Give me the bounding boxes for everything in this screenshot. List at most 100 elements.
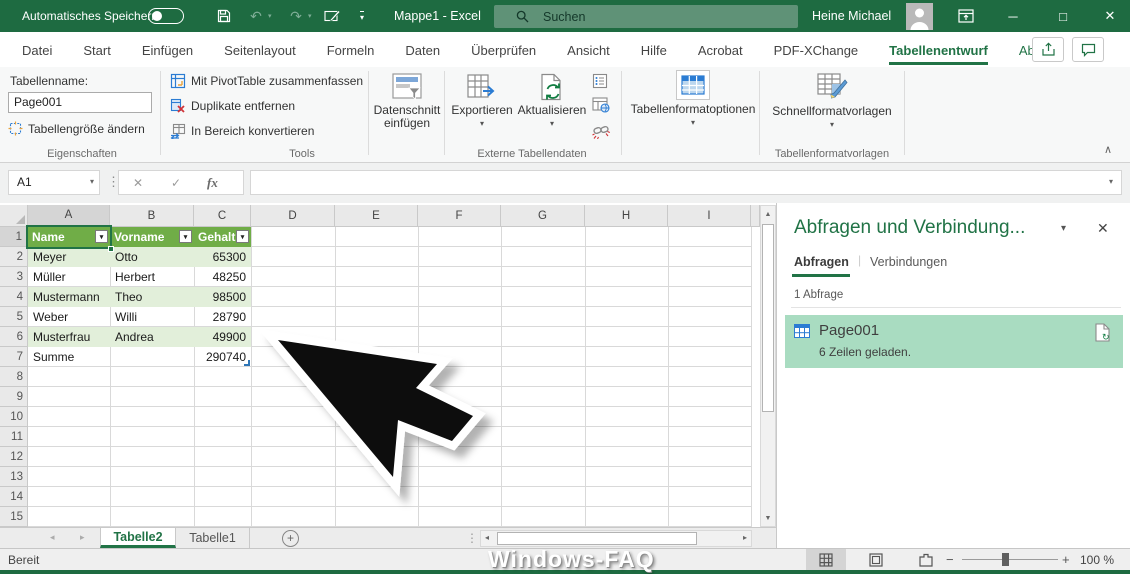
row-header-6[interactable]: 6 (0, 327, 28, 347)
row-header-11[interactable]: 11 (0, 427, 28, 447)
sheet-tab-tabelle1[interactable]: Tabelle1 (176, 528, 250, 548)
vertical-scrollbar[interactable]: ▲ ▼ (760, 205, 776, 527)
query-list-item[interactable]: Page001 6 Zeilen geladen. ↻ (785, 315, 1123, 368)
scroll-left-icon[interactable]: ◂ (485, 533, 489, 542)
tab-einfuegen[interactable]: Einfügen (142, 34, 193, 65)
row-header-7[interactable]: 7 (0, 347, 28, 367)
row-header-15[interactable]: 15 (0, 507, 28, 527)
pen-mode-button[interactable] (322, 6, 342, 26)
table-style-options-button[interactable]: Tabellenformatoptionen ▾ (628, 70, 758, 156)
column-header-i[interactable]: I (668, 205, 751, 227)
row-header-10[interactable]: 10 (0, 407, 28, 427)
row-header-3[interactable]: 3 (0, 267, 28, 287)
table-cell[interactable]: 28790 (194, 307, 251, 327)
view-page-break-button[interactable] (906, 549, 946, 570)
comments-button[interactable] (1072, 37, 1104, 62)
query-document-icon[interactable]: ↻ (1095, 323, 1110, 342)
collapse-ribbon-button[interactable]: ∧ (1104, 143, 1112, 156)
row-header-4[interactable]: 4 (0, 287, 28, 307)
minimize-button[interactable]: ─ (993, 0, 1033, 32)
expand-formula-bar-icon[interactable]: ▾ (1109, 177, 1113, 186)
table-cell[interactable]: Theo (110, 287, 194, 307)
filter-button[interactable]: ▾ (179, 230, 192, 243)
table-cell[interactable]: Otto (110, 247, 194, 267)
column-header-g[interactable]: G (501, 205, 585, 227)
select-all-corner[interactable] (0, 205, 28, 227)
table-cell[interactable] (110, 347, 194, 367)
new-sheet-button[interactable]: + (282, 530, 299, 547)
column-header-d[interactable]: D (251, 205, 335, 227)
formula-input[interactable]: ▾ (250, 170, 1122, 195)
zoom-in-icon[interactable]: + (1062, 552, 1070, 567)
tab-hilfe[interactable]: Hilfe (641, 34, 667, 65)
drag-dots-icon[interactable]: ⋮ (466, 531, 478, 545)
row-header-14[interactable]: 14 (0, 487, 28, 507)
table-cell[interactable]: 48250 (194, 267, 251, 287)
row-header-9[interactable]: 9 (0, 387, 28, 407)
tab-datei[interactable]: Datei (22, 34, 52, 65)
view-normal-button[interactable] (806, 549, 846, 570)
tab-pdf-xchange[interactable]: PDF-XChange (774, 34, 859, 65)
export-button[interactable]: Exportieren ▾ (448, 70, 516, 156)
selection-fill-handle[interactable] (108, 246, 114, 252)
table-cell[interactable]: 290740 (194, 347, 251, 367)
horizontal-scrollbar[interactable]: ◂ ▸ (480, 530, 752, 547)
share-button[interactable] (1032, 37, 1064, 62)
table-cell[interactable]: Mustermann (28, 287, 110, 307)
column-header-b[interactable]: B (110, 205, 194, 227)
vertical-scroll-thumb[interactable] (762, 224, 774, 412)
redo-dropdown-icon[interactable]: ▾ (308, 12, 312, 20)
cancel-entry-icon[interactable]: ✕ (133, 176, 143, 190)
redo-button[interactable]: ↷ (286, 6, 306, 26)
pane-dropdown-icon[interactable]: ▾ (1061, 223, 1066, 234)
maximize-button[interactable]: □ (1043, 0, 1083, 32)
insert-slicer-button[interactable]: Datenschnitt einfügen (372, 70, 442, 156)
table-cell[interactable]: Herbert (110, 267, 194, 287)
table-cell[interactable]: Meyer (28, 247, 110, 267)
row-header-12[interactable]: 12 (0, 447, 28, 467)
table-cell[interactable]: Müller (28, 267, 110, 287)
column-header-h[interactable]: H (585, 205, 668, 227)
name-box-dropdown-icon[interactable]: ▾ (90, 177, 94, 186)
tab-ansicht[interactable]: Ansicht (567, 34, 610, 65)
tab-daten[interactable]: Daten (405, 34, 440, 65)
resize-table-button[interactable]: Tabellengröße ändern (8, 121, 145, 136)
zoom-slider-track[interactable] (962, 559, 1058, 560)
insert-function-button[interactable]: fx (207, 175, 218, 191)
search-input[interactable]: Suchen (494, 5, 798, 28)
zoom-slider-thumb[interactable] (1002, 553, 1009, 566)
tab-tabellenentwurf[interactable]: Tabellenentwurf (889, 34, 988, 65)
column-header-f[interactable]: F (418, 205, 501, 227)
customize-qat-button[interactable]: ▾ (352, 6, 372, 26)
avatar[interactable] (906, 3, 933, 30)
ribbon-display-options-button[interactable] (956, 6, 976, 26)
save-button[interactable] (214, 6, 234, 26)
refresh-button[interactable]: Aktualisieren ▾ (518, 70, 586, 156)
pane-tab-abfragen[interactable]: Abfragen (794, 255, 849, 269)
zoom-level[interactable]: 100 % (1080, 553, 1114, 567)
data-properties-button[interactable] (592, 73, 608, 92)
table-cell[interactable]: Summe (28, 347, 110, 367)
undo-dropdown-icon[interactable]: ▾ (268, 12, 272, 20)
row-header-1[interactable]: 1 (0, 227, 28, 247)
table-cell[interactable]: 49900 (194, 327, 251, 347)
table-cell[interactable]: Andrea (110, 327, 194, 347)
row-header-2[interactable]: 2 (0, 247, 28, 267)
confirm-entry-icon[interactable]: ✓ (171, 176, 181, 190)
table-cell[interactable]: Weber (28, 307, 110, 327)
convert-to-range-button[interactable]: In Bereich konvertieren (170, 123, 314, 139)
table-name-input[interactable]: Page001 (8, 92, 152, 113)
zoom-out-icon[interactable]: − (946, 552, 954, 567)
table-resize-handle[interactable] (244, 360, 250, 366)
sheet-nav-left-icon[interactable]: ◂ (50, 532, 55, 543)
filter-button[interactable]: ▾ (236, 230, 249, 243)
row-header-8[interactable]: 8 (0, 367, 28, 387)
horizontal-scroll-thumb[interactable] (497, 532, 697, 545)
name-box[interactable]: A1 ▾ (8, 170, 100, 195)
tab-acrobat[interactable]: Acrobat (698, 34, 743, 65)
tab-start[interactable]: Start (83, 34, 110, 65)
autosave-toggle[interactable] (148, 8, 184, 24)
tab-seitenlayout[interactable]: Seitenlayout (224, 34, 296, 65)
table-cell[interactable]: 98500 (194, 287, 251, 307)
table-cell[interactable]: Musterfrau (28, 327, 110, 347)
